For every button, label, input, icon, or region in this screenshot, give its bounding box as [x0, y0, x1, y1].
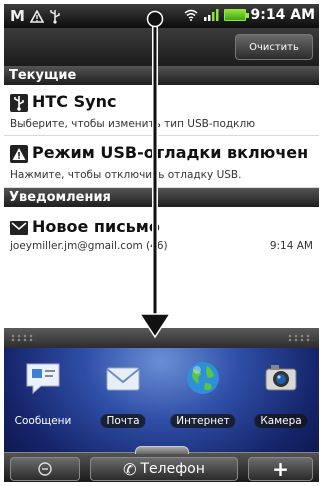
globe-icon — [187, 362, 219, 394]
dock-label: Сообщени — [14, 415, 72, 427]
notification-item-new-mail[interactable]: Новое письмо joeymiller.jm@gmail.com (46… — [4, 207, 319, 273]
all-apps-icon — [38, 462, 52, 476]
notification-subtitle: joeymiller.jm@gmail.com (46) — [10, 240, 168, 252]
phone-label: Телефон — [140, 461, 205, 477]
gmail-icon: M — [10, 7, 25, 25]
notification-title: Режим USB-отладки включен — [32, 143, 309, 162]
mail-icon — [106, 367, 140, 391]
grip-dots-right — [287, 334, 313, 342]
notification-panel: Текущие HTC Sync Выберите, чтобы изменит… — [4, 66, 319, 328]
dock-label: Камера — [254, 414, 308, 428]
grip-dots-left — [10, 334, 36, 342]
notification-item-usb-debugging[interactable]: Режим USB-отладки включен Нажмите, чтобы… — [4, 136, 319, 188]
phone-screen: M 9:14 AM Очистить Текущие HTC Sync Выбе… — [4, 4, 319, 482]
clear-button[interactable]: Очистить — [235, 34, 313, 60]
notification-title: HTC Sync — [32, 92, 117, 111]
all-apps-button[interactable] — [10, 457, 80, 481]
status-right-icons: 9:14 AM — [184, 7, 315, 23]
section-header-notifications: Уведомления — [4, 188, 319, 207]
home-bar-tab — [135, 446, 189, 454]
usb-icon — [10, 94, 28, 112]
battery-icon — [223, 9, 249, 21]
status-bar[interactable]: M 9:14 AM — [4, 4, 319, 28]
dock-label: Интернет — [170, 414, 236, 428]
notification-panel-header: Очистить — [4, 28, 319, 66]
home-bar: ✆ Телефон + — [4, 446, 319, 482]
wifi-icon — [184, 9, 198, 21]
dock-item-mail[interactable]: Почта — [84, 356, 162, 436]
mail-icon — [10, 221, 28, 235]
notification-title: Новое письмо — [32, 217, 160, 236]
dock: Сообщени Почта Интернет Камера — [4, 356, 319, 436]
warning-icon — [10, 145, 28, 163]
plus-icon: + — [272, 457, 289, 481]
notification-subtitle: Выберите, чтобы изменить тип USB-подклю — [10, 118, 256, 130]
dock-item-messages[interactable]: Сообщени — [4, 356, 82, 436]
status-left-icons: M — [10, 7, 61, 25]
camera-icon — [265, 365, 297, 391]
notification-time: 9:14 AM — [269, 240, 313, 252]
usb-icon — [50, 9, 60, 24]
notification-item-htc-sync[interactable]: HTC Sync Выберите, чтобы изменить тип US… — [4, 85, 319, 136]
phone-icon: ✆ — [123, 459, 137, 479]
messages-icon — [26, 363, 60, 395]
warning-icon — [29, 9, 44, 23]
dock-item-internet[interactable]: Интернет — [164, 356, 242, 436]
dock-item-camera[interactable]: Камера — [242, 356, 319, 436]
phone-button[interactable]: ✆ Телефон — [90, 457, 238, 481]
signal-icon — [203, 9, 219, 21]
section-header-current: Текущие — [4, 66, 319, 85]
status-time: 9:14 AM — [250, 7, 315, 23]
home-screen: Сообщени Почта Интернет Камера ✆ Телефон… — [4, 348, 319, 482]
add-button[interactable]: + — [248, 457, 313, 481]
notification-subtitle: Нажмите, чтобы отключить отладку USB. — [10, 169, 242, 181]
dock-label: Почта — [100, 414, 146, 428]
notification-drag-handle[interactable] — [4, 328, 319, 348]
